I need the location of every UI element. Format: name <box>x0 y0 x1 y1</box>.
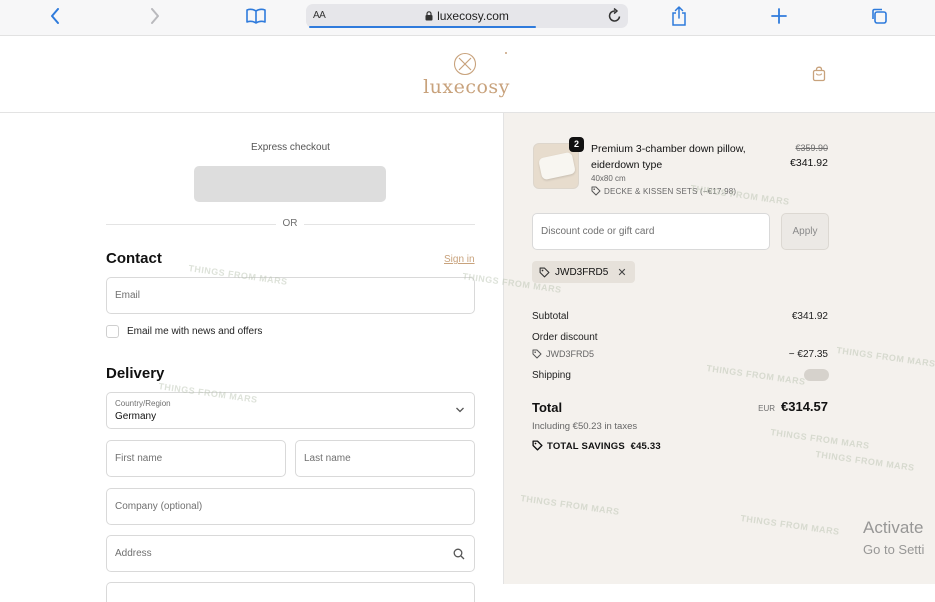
activate-windows-subtitle: Go to Setti <box>863 542 925 557</box>
discount-code-input[interactable]: Discount code or gift card <box>532 213 770 250</box>
contact-title: Contact <box>106 250 162 267</box>
shipping-label: Shipping <box>532 370 571 381</box>
total-savings: TOTAL SAVINGS €45.33 <box>532 440 661 452</box>
product-discount-text: DECKE & KISSEN SETS (−€17.98) <box>604 187 737 196</box>
reload-icon[interactable] <box>608 8 622 23</box>
url-text: luxecosy.com <box>437 9 509 23</box>
logo[interactable]: luxecosy <box>420 48 520 103</box>
browser-toolbar: AA luxecosy.com <box>0 0 935 36</box>
pillow-image <box>538 151 576 181</box>
remove-code-icon[interactable]: ✕ <box>617 266 626 279</box>
country-label: Country/Region <box>115 399 171 408</box>
product-variant: 40x80 cm <box>591 174 626 183</box>
subtotal-value: €341.92 <box>791 311 828 322</box>
order-summary: 2 Premium 3-chamber down pillow, eiderdo… <box>503 113 935 584</box>
back-icon[interactable] <box>42 5 68 27</box>
delivery-title: Delivery <box>106 365 165 382</box>
checkout-form: Express checkout OR Contact Sign in Emai… <box>0 113 503 602</box>
forward-icon[interactable] <box>142 5 168 27</box>
chevron-down-icon <box>456 407 464 413</box>
total-currency: EUR <box>758 404 775 413</box>
product-name: Premium 3-chamber down pillow, eiderdown… <box>591 143 746 171</box>
total-value: €314.57 <box>781 399 828 414</box>
share-icon[interactable] <box>666 5 692 27</box>
page-load-progress <box>309 26 536 28</box>
newsletter-label: Email me with news and offers <box>127 326 263 337</box>
bookmarks-icon[interactable] <box>243 5 269 27</box>
total-savings-text: TOTAL SAVINGS €45.33 <box>547 441 661 452</box>
tag-icon <box>591 186 601 196</box>
quantity-badge: 2 <box>569 137 584 152</box>
next-field[interactable] <box>106 582 475 602</box>
company-field[interactable]: Company (optional) <box>106 488 475 525</box>
express-checkout-title: Express checkout <box>251 142 330 153</box>
address-placeholder: Address <box>115 548 152 559</box>
order-discount-value: − €27.35 <box>788 349 828 360</box>
search-icon <box>453 548 465 560</box>
email-field[interactable]: Email <box>106 277 475 314</box>
url-display: luxecosy.com <box>306 9 628 23</box>
last-name-placeholder: Last name <box>304 453 351 464</box>
sign-in-link[interactable]: Sign in <box>444 254 475 265</box>
subtotal-label: Subtotal <box>532 311 569 322</box>
company-placeholder: Company (optional) <box>115 501 203 512</box>
logo-mark-icon <box>453 52 507 76</box>
address-field[interactable]: Address <box>106 535 475 572</box>
lock-icon <box>425 11 433 21</box>
applied-code-chip: JWD3FRD5 ✕ <box>532 261 635 283</box>
first-name-field[interactable]: First name <box>106 440 286 477</box>
last-name-field[interactable]: Last name <box>295 440 475 477</box>
apply-button[interactable]: Apply <box>781 213 829 250</box>
newsletter-checkbox[interactable] <box>106 325 119 338</box>
discount-placeholder: Discount code or gift card <box>541 226 655 237</box>
address-bar[interactable]: AA luxecosy.com <box>306 4 628 28</box>
tag-icon <box>532 440 543 451</box>
total-label: Total <box>532 400 563 415</box>
email-placeholder: Email <box>115 290 141 301</box>
activate-windows-title: Activate <box>863 518 924 537</box>
tag-icon <box>539 267 550 277</box>
shipping-value-placeholder <box>804 369 829 381</box>
tag-icon <box>532 349 542 359</box>
order-discount-code: JWD3FRD5 <box>532 349 594 359</box>
country-value: Germany <box>115 411 157 422</box>
express-checkout-button[interactable] <box>194 166 386 202</box>
current-price: €341.92 <box>790 157 828 169</box>
tabs-icon[interactable] <box>866 5 892 27</box>
or-label: OR <box>276 218 304 229</box>
order-discount-code-text: JWD3FRD5 <box>546 349 595 359</box>
order-discount-label: Order discount <box>532 332 598 343</box>
shopping-bag-icon[interactable] <box>810 65 828 83</box>
taxes-text: Including €50.23 in taxes <box>532 421 638 432</box>
logo-text: luxecosy <box>423 76 510 98</box>
product-discount: DECKE & KISSEN SETS (−€17.98) <box>591 186 736 196</box>
applied-code-text: JWD3FRD5 <box>555 266 609 278</box>
site-header: luxecosy <box>0 36 935 113</box>
first-name-placeholder: First name <box>115 453 163 464</box>
original-price: €359.90 <box>795 143 828 153</box>
country-select[interactable]: Country/Region Germany <box>106 392 475 429</box>
new-tab-icon[interactable] <box>766 5 792 27</box>
